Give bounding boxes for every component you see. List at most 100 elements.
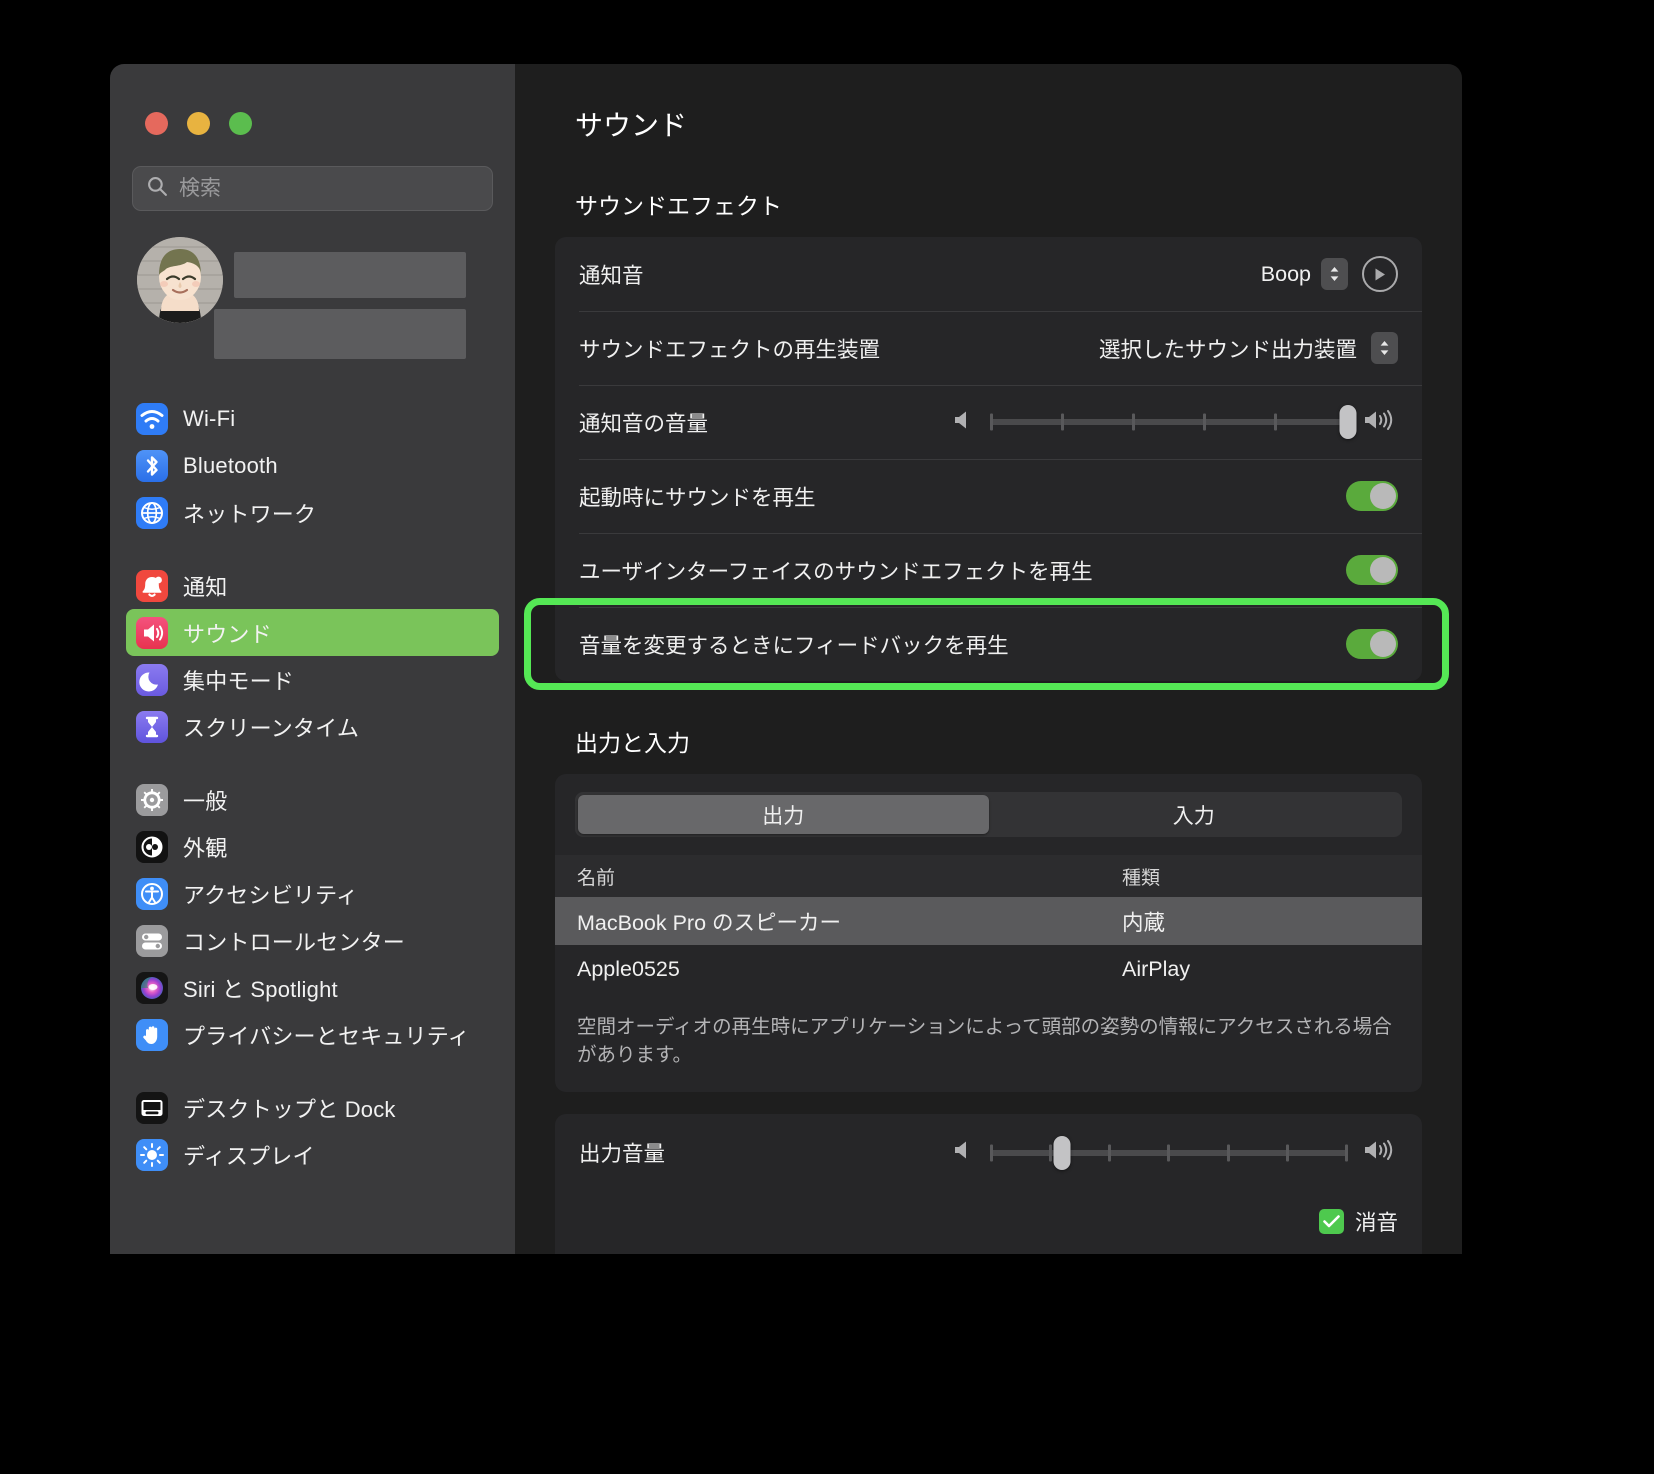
alert-volume-track[interactable] xyxy=(990,405,1357,439)
play-alert-sound-button[interactable] xyxy=(1362,256,1398,292)
sidebar-item-label: Siri と Spotlight xyxy=(183,976,338,1002)
row-play-ui-sound-effects: ユーザインターフェイスのサウンドエフェクトを再生 xyxy=(555,533,1422,607)
row-play-feedback-on-volume-change: 音量を変更するときにフィードバックを再生 xyxy=(555,607,1422,681)
output-volume-track[interactable] xyxy=(990,1135,1348,1170)
display-icon xyxy=(136,1138,168,1171)
sidebar-group-connectivity: Wi-Fi Bluetooth ネットワーク xyxy=(110,395,515,536)
sidebar-group-general: 一般 外観 アクセシビリティ コントロールセンター Siri と Spotlig… xyxy=(110,776,515,1058)
table-row[interactable]: Apple0525 AirPlay xyxy=(555,945,1422,993)
sidebar-item-accessibility[interactable]: アクセシビリティ xyxy=(126,870,499,917)
row-label: 起動時にサウンドを再生 xyxy=(579,485,816,510)
sidebar-item-label: サウンド xyxy=(183,621,272,647)
account-name-redacted xyxy=(234,252,466,298)
search-field[interactable] xyxy=(132,166,493,211)
sidebar-item-network[interactable]: ネットワーク xyxy=(126,489,499,536)
system-settings-window: Wi-Fi Bluetooth ネットワーク xyxy=(110,64,1462,1254)
mute-label: 消音 xyxy=(1354,1210,1398,1235)
output-volume-slider[interactable] xyxy=(950,1135,1398,1170)
sidebar-item-sound[interactable]: サウンド xyxy=(126,609,499,656)
account-detail-redacted xyxy=(214,309,466,359)
alert-sound-value: Boop xyxy=(1260,261,1311,286)
toggle-play-ui-sound-effects[interactable] xyxy=(1346,555,1398,585)
row-balance-partial xyxy=(555,1237,1422,1254)
appearance-contrast-icon xyxy=(136,830,168,863)
slider-line xyxy=(990,1149,1348,1156)
sidebar-item-control-center[interactable]: コントロールセンター xyxy=(126,917,499,964)
sidebar-item-label: 外観 xyxy=(183,835,228,861)
output-input-tabs: 出力 入力 xyxy=(575,792,1402,837)
output-volume-card: 出力音量 消音 xyxy=(555,1113,1422,1254)
tab-input[interactable]: 入力 xyxy=(989,795,1400,834)
network-globe-icon xyxy=(136,496,168,529)
sidebar-nav: Wi-Fi Bluetooth ネットワーク 通知 サウンド 集中モード スクリ… xyxy=(110,395,515,1178)
tab-output[interactable]: 出力 xyxy=(578,795,989,834)
spatial-audio-note: 空間オーディオの再生時にアプリケーションによって頭部の姿勢の情報にアクセスされる… xyxy=(577,1016,1392,1067)
control-center-icon xyxy=(136,924,168,957)
sound-effects-card: 通知音 Boop サウンドエフェクトの再生装置 選択したサウンド出力装置 通知音… xyxy=(555,237,1422,681)
accessibility-icon xyxy=(136,877,168,910)
sidebar-item-wifi[interactable]: Wi-Fi xyxy=(126,395,499,442)
section-heading-output-input: 出力と入力 xyxy=(575,730,690,756)
sidebar-item-label: 通知 xyxy=(183,574,228,600)
sidebar-item-label: コントロールセンター xyxy=(183,929,406,955)
maximize-window-button[interactable] xyxy=(229,112,252,135)
output-volume-thumb[interactable] xyxy=(1053,1135,1071,1170)
chevron-up-down-icon xyxy=(1371,332,1398,364)
alert-volume-slider[interactable] xyxy=(950,405,1398,439)
alert-volume-thumb[interactable] xyxy=(1339,405,1357,439)
sidebar-item-privacy-security[interactable]: プライバシーとセキュリティ xyxy=(126,1011,499,1058)
row-label: 通知音の音量 xyxy=(579,411,709,436)
search-input[interactable] xyxy=(179,176,478,201)
sidebar-item-label: ネットワーク xyxy=(183,501,317,527)
minimize-window-button[interactable] xyxy=(187,112,210,135)
close-window-button[interactable] xyxy=(145,112,168,135)
sidebar-item-label: デスクトップと Dock xyxy=(183,1096,396,1122)
sound-effects-device-value: 選択したサウンド出力装置 xyxy=(1098,337,1357,362)
sidebar-item-appearance[interactable]: 外観 xyxy=(126,823,499,870)
mute-checkbox[interactable] xyxy=(1318,1208,1344,1234)
row-play-sound-on-startup: 起動時にサウンドを再生 xyxy=(555,459,1422,533)
sound-effects-device-popup-button[interactable]: 選択したサウンド出力装置 xyxy=(1099,332,1398,364)
row-label: サウンドエフェクトの再生装置 xyxy=(579,337,881,362)
sidebar-item-label: Wi-Fi xyxy=(183,405,236,431)
sidebar: Wi-Fi Bluetooth ネットワーク xyxy=(110,64,515,1254)
wifi-icon xyxy=(136,402,168,435)
search-icon xyxy=(147,176,168,202)
column-header-kind: 種類 xyxy=(1122,867,1161,889)
row-alert-sound: 通知音 Boop xyxy=(555,237,1422,311)
sidebar-item-display[interactable]: ディスプレイ xyxy=(126,1131,499,1178)
speaker-min-icon xyxy=(950,1137,976,1168)
account-section[interactable] xyxy=(110,233,515,359)
toggle-play-feedback-on-volume-change[interactable] xyxy=(1346,629,1398,659)
sidebar-item-desktop-dock[interactable]: デスクトップと Dock xyxy=(126,1084,499,1131)
main-content: サウンド サウンドエフェクト 通知音 Boop サウンドエフェクトの再生装置 選… xyxy=(515,64,1462,1254)
toggle-play-sound-on-startup[interactable] xyxy=(1346,481,1398,511)
sidebar-item-screen-time[interactable]: スクリーンタイム xyxy=(126,703,499,750)
row-alert-volume: 通知音の音量 xyxy=(555,385,1422,459)
sidebar-item-siri-spotlight[interactable]: Siri と Spotlight xyxy=(126,964,499,1011)
sidebar-item-bluetooth[interactable]: Bluetooth xyxy=(126,442,499,489)
table-header: 名前 種類 xyxy=(555,855,1422,897)
sidebar-item-label: Bluetooth xyxy=(183,452,278,478)
row-label: 通知音 xyxy=(579,263,644,288)
alert-sound-popup-button[interactable]: Boop xyxy=(1261,258,1348,290)
device-name: MacBook Pro のスピーカー xyxy=(577,910,842,935)
sidebar-item-notifications[interactable]: 通知 xyxy=(126,562,499,609)
table-row[interactable]: MacBook Pro のスピーカー 内蔵 xyxy=(555,897,1422,945)
sidebar-group-system-alerts: 通知 サウンド 集中モード スクリーンタイム xyxy=(110,562,515,750)
bluetooth-icon xyxy=(136,449,168,482)
column-header-name: 名前 xyxy=(577,867,616,889)
device-kind: 内蔵 xyxy=(1122,910,1166,935)
chevron-up-down-icon xyxy=(1321,258,1348,290)
sound-speaker-icon xyxy=(136,616,168,649)
sidebar-item-general[interactable]: 一般 xyxy=(126,776,499,823)
avatar xyxy=(137,237,223,323)
focus-moon-icon xyxy=(136,663,168,696)
sidebar-item-label: アクセシビリティ xyxy=(183,882,359,908)
sidebar-item-label: 一般 xyxy=(183,788,228,814)
slider-line xyxy=(990,419,1348,425)
device-table: 名前 種類 MacBook Pro のスピーカー 内蔵 Apple0525 Ai… xyxy=(555,855,1422,993)
sidebar-item-label: ディスプレイ xyxy=(183,1143,315,1169)
sidebar-item-focus[interactable]: 集中モード xyxy=(126,656,499,703)
notifications-bell-icon xyxy=(136,569,168,602)
